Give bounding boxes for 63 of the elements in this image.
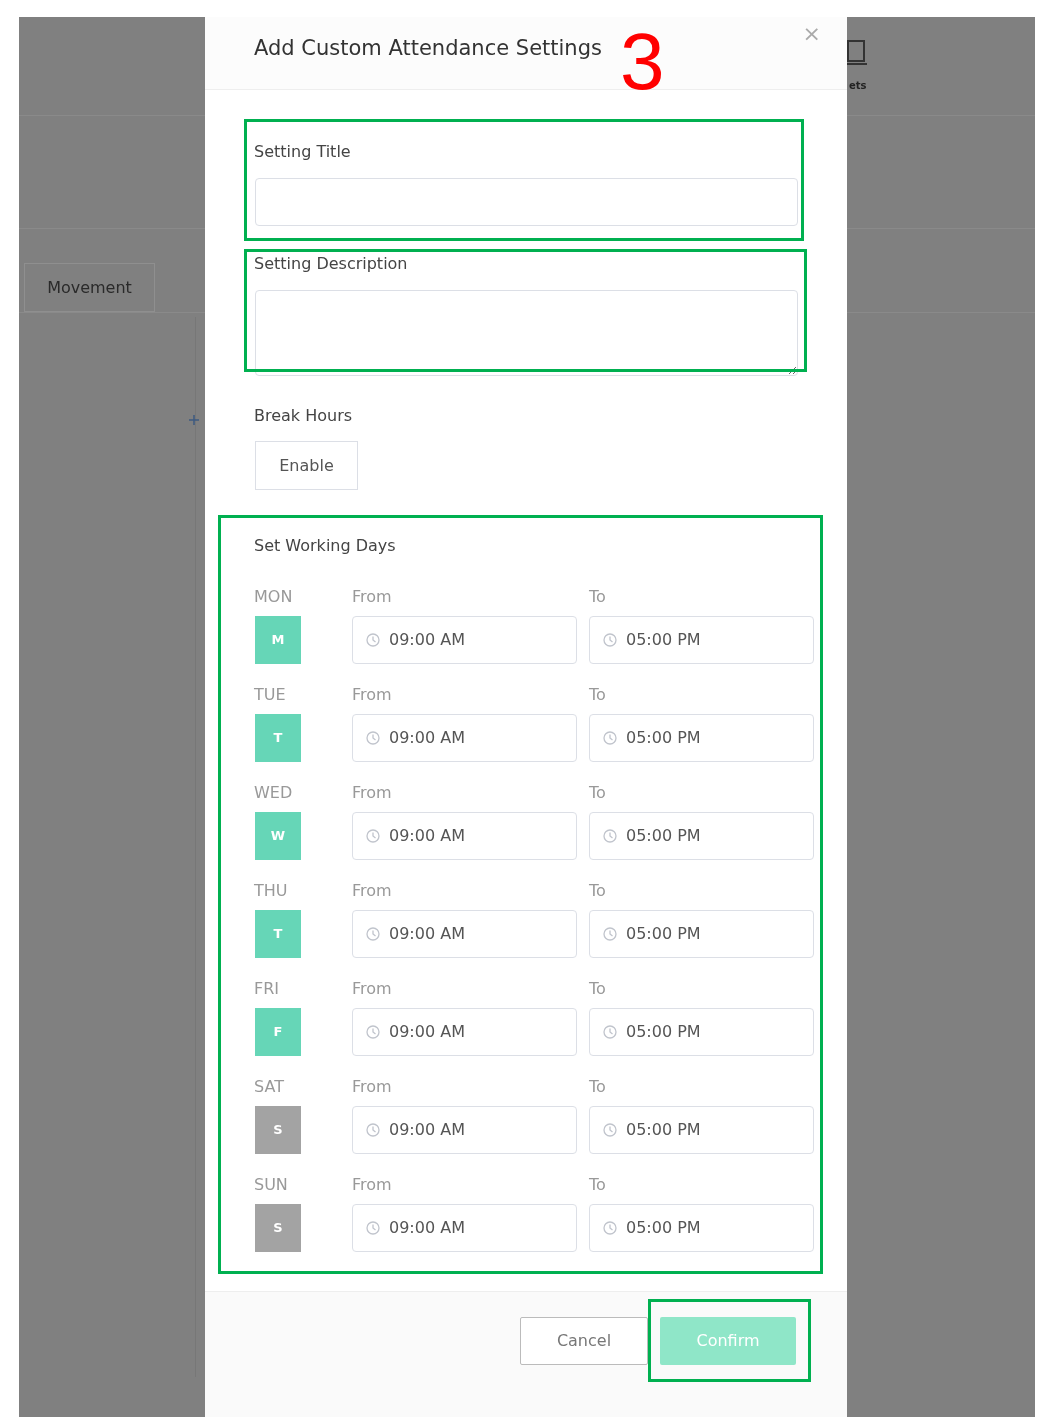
- day-label: FRI: [254, 978, 281, 997]
- day-label: TUE: [254, 684, 287, 703]
- day-label: MON: [254, 586, 294, 605]
- clock-icon: [366, 1123, 380, 1137]
- section-label: Set Working Days: [254, 535, 397, 554]
- field-label: Setting Description: [254, 253, 409, 272]
- time-field[interactable]: 09:00 AM: [352, 812, 577, 860]
- tab[interactable]: Movement: [24, 263, 155, 312]
- field-label: From: [352, 1076, 393, 1095]
- clock-icon: [603, 1123, 617, 1137]
- clock-icon: [603, 731, 617, 745]
- time-field[interactable]: 09:00 AM: [352, 1106, 577, 1154]
- clock-icon: [603, 633, 617, 647]
- clock-icon: [366, 829, 380, 843]
- clock-icon: [603, 927, 617, 941]
- time-field[interactable]: 05:00 PM: [589, 714, 814, 762]
- toolbar-label: ets: [849, 79, 867, 93]
- laptop-icon[interactable]: [845, 39, 867, 67]
- clock-icon: [603, 1221, 617, 1235]
- clock-icon: [366, 927, 380, 941]
- field-label: To: [589, 1174, 607, 1193]
- field-label: To: [589, 978, 607, 997]
- field-label: Break Hours: [254, 405, 354, 424]
- time-field[interactable]: 05:00 PM: [589, 1008, 814, 1056]
- clock-icon: [366, 633, 380, 647]
- time-field[interactable]: 05:00 PM: [589, 910, 814, 958]
- dialog-title: Add Custom Attendance Settings: [254, 35, 602, 63]
- clock-icon: [366, 1025, 380, 1039]
- day-label: SUN: [254, 1174, 289, 1193]
- field-label: To: [589, 1076, 607, 1095]
- time-field[interactable]: 05:00 PM: [589, 616, 814, 664]
- text-area[interactable]: [255, 290, 798, 376]
- plus-icon[interactable]: [188, 414, 200, 426]
- field-label: From: [352, 586, 393, 605]
- field-label: To: [589, 880, 607, 899]
- field-label: From: [352, 978, 393, 997]
- day-label: SAT: [254, 1076, 285, 1095]
- step-number: 3: [620, 22, 665, 102]
- field-label: From: [352, 880, 393, 899]
- field-label: To: [589, 586, 607, 605]
- field-label: From: [352, 1174, 393, 1193]
- field-label: To: [589, 782, 607, 801]
- time-field[interactable]: 09:00 AM: [352, 1008, 577, 1056]
- field-label: From: [352, 782, 393, 801]
- clock-icon: [603, 1025, 617, 1039]
- time-field[interactable]: 05:00 PM: [589, 1106, 814, 1154]
- time-field[interactable]: 09:00 AM: [352, 616, 577, 664]
- time-field[interactable]: 09:00 AM: [352, 910, 577, 958]
- input-field[interactable]: [255, 178, 798, 226]
- cancel-button[interactable]: Cancel: [520, 1317, 648, 1365]
- time-field[interactable]: 05:00 PM: [589, 1204, 814, 1252]
- field-label: Setting Title: [254, 141, 352, 160]
- time-field[interactable]: 09:00 AM: [352, 1204, 577, 1252]
- clock-icon: [366, 1221, 380, 1235]
- time-field[interactable]: 09:00 AM: [352, 714, 577, 762]
- clock-icon: [603, 829, 617, 843]
- day-label: WED: [254, 782, 294, 801]
- time-field[interactable]: 05:00 PM: [589, 812, 814, 860]
- enable-button[interactable]: Enable: [255, 441, 358, 490]
- clock-icon: [366, 731, 380, 745]
- field-label: To: [589, 684, 607, 703]
- field-label: From: [352, 684, 393, 703]
- day-label: THU: [254, 880, 289, 899]
